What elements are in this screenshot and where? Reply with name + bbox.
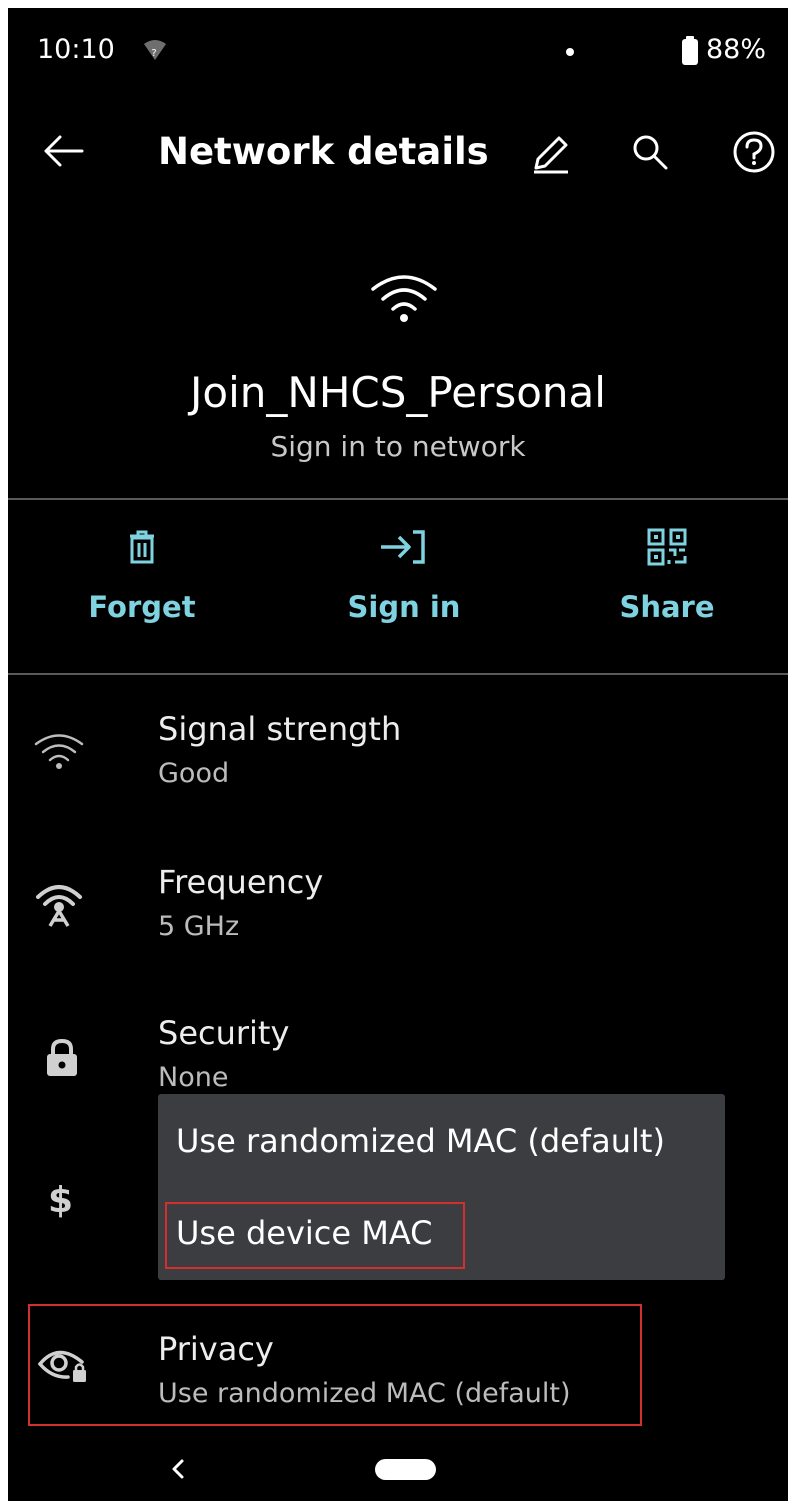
notification-dot-icon (566, 48, 574, 56)
frequency-title: Frequency (158, 863, 324, 901)
page-title: Network details (158, 130, 489, 173)
back-arrow-icon[interactable] (42, 134, 84, 172)
wifi-signal-large-icon (370, 273, 438, 327)
wifi-unknown-status-icon: ? (143, 40, 167, 66)
signal-strength-row[interactable]: Signal strength Good (8, 710, 788, 810)
frequency-value: 5 GHz (158, 911, 240, 942)
share-label: Share (619, 590, 715, 624)
battery-percentage: 88% (706, 34, 767, 65)
svg-text:?: ? (151, 48, 156, 59)
privacy-highlight-box (28, 1304, 642, 1426)
phone-screen: 10:10 ? 88% Network details Join_NHCS_Pe… (8, 8, 788, 1501)
forget-label: Forget (88, 590, 196, 624)
nav-home-pill[interactable] (375, 1459, 436, 1480)
qr-code-icon (557, 528, 777, 568)
wifi-signal-icon (34, 732, 84, 774)
frequency-row[interactable]: Frequency 5 GHz (8, 863, 788, 963)
forget-button[interactable]: Forget (32, 528, 252, 638)
menu-option-randomized-mac[interactable]: Use randomized MAC (default) (176, 1122, 665, 1160)
share-button[interactable]: Share (557, 528, 777, 638)
security-title: Security (158, 1014, 290, 1052)
divider (8, 673, 788, 675)
sign-in-icon (294, 528, 514, 568)
signal-strength-title: Signal strength (158, 710, 402, 748)
network-name: Join_NHCS_Personal (190, 368, 606, 417)
sign-in-button[interactable]: Sign in (294, 528, 514, 638)
dollar-icon: $ (48, 1180, 74, 1221)
signal-strength-value: Good (158, 758, 230, 789)
status-time: 10:10 (37, 34, 115, 65)
security-row[interactable]: Security None (8, 1014, 788, 1098)
device-mac-highlight-box (165, 1202, 465, 1269)
battery-icon (681, 36, 699, 70)
edit-pencil-icon[interactable] (530, 132, 572, 178)
security-value: None (158, 1062, 229, 1093)
lock-icon (44, 1038, 80, 1082)
network-status: Sign in to network (270, 430, 526, 463)
status-bar: 10:10 ? 88% (8, 8, 788, 98)
nav-back-icon[interactable] (170, 1457, 186, 1485)
sign-in-label: Sign in (347, 590, 461, 624)
help-icon[interactable] (732, 130, 776, 178)
divider (8, 498, 788, 500)
trash-icon (32, 528, 252, 568)
search-icon[interactable] (632, 134, 668, 174)
antenna-icon (34, 879, 84, 933)
